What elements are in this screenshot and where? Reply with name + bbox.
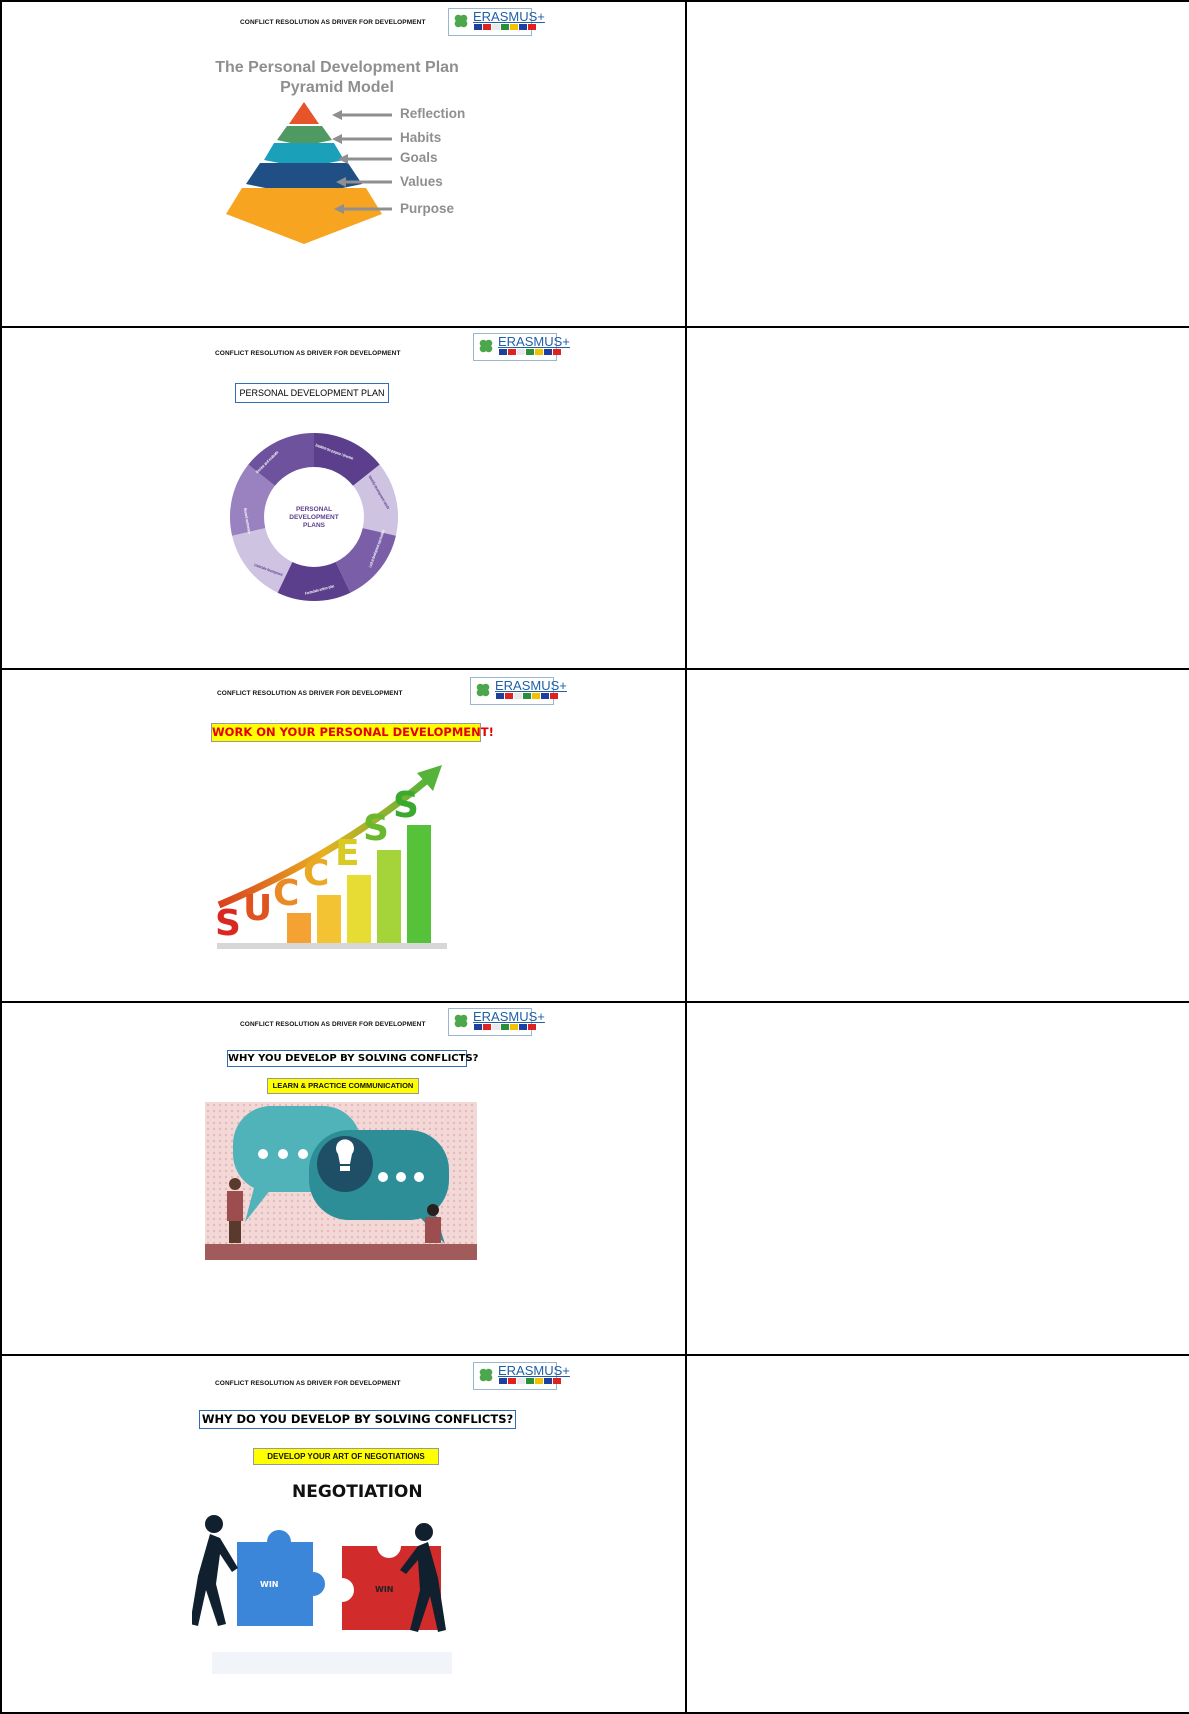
slide-row-4: CONFLICT RESOLUTION AS DRIVER FOR DEVELO… — [0, 1001, 1189, 1356]
logo-text: ERASMUS+ — [498, 334, 570, 349]
notes-cell-3 — [685, 668, 1189, 1003]
slide-cell-4: CONFLICT RESOLUTION AS DRIVER FOR DEVELO… — [0, 1001, 687, 1356]
stick-figure-left — [192, 1515, 238, 1626]
pyramid-title-line1: The Personal Development Plan — [215, 59, 459, 76]
slide-header: CONFLICT RESOLUTION AS DRIVER FOR DEVELO… — [240, 1021, 426, 1028]
success-letter-6: S — [363, 808, 389, 849]
slide-row-1: CONFLICT RESOLUTION AS DRIVER FOR DEVELO… — [0, 0, 1189, 328]
slide-header: CONFLICT RESOLUTION AS DRIVER FOR DEVELO… — [217, 690, 403, 697]
slide-header: CONFLICT RESOLUTION AS DRIVER FOR DEVELO… — [215, 350, 401, 357]
pyramid-label-goals: Goals — [400, 150, 438, 165]
pyramid-level-reflection — [289, 102, 319, 124]
slide-cell-2: CONFLICT RESOLUTION AS DRIVER FOR DEVELO… — [0, 326, 687, 670]
success-bar-4 — [377, 850, 401, 943]
cycle-center-line1: PERSONAL — [296, 506, 332, 513]
negotiation-illustration: WIN WIN — [192, 1515, 452, 1674]
development-cycle-graphic: Establish the purpose / direction Identi… — [229, 433, 399, 601]
slide-row-2: CONFLICT RESOLUTION AS DRIVER FOR DEVELO… — [0, 326, 1189, 670]
success-letter-1: S — [217, 903, 241, 944]
notes-cell-2 — [685, 326, 1189, 670]
clover-icon — [479, 339, 493, 353]
slide-subtitle: LEARN & PRACTICE COMMUNICATION — [267, 1078, 419, 1094]
success-letter-7: S — [393, 785, 419, 826]
pyramid-label-purpose: Purpose — [400, 201, 455, 216]
success-bar-3 — [347, 875, 371, 943]
erasmus-logo: ERASMUS+ — [448, 1008, 545, 1036]
erasmus-logo: ERASMUS+ — [473, 333, 570, 361]
flags-strip — [499, 349, 561, 355]
logo-text: ERASMUS+ — [498, 1363, 570, 1378]
slide-cell-1: CONFLICT RESOLUTION AS DRIVER FOR DEVELO… — [0, 0, 687, 328]
success-letter-2: U — [243, 888, 272, 929]
notes-cell-1 — [685, 0, 1189, 328]
slide-box-title: WHY YOU DEVELOP BY SOLVING CONFLICTS? — [227, 1050, 478, 1067]
clover-icon — [476, 683, 490, 697]
pyramid-title-line2: Pyramid Model — [280, 79, 394, 96]
erasmus-logo: ERASMUS+ — [448, 8, 545, 36]
slide-box-title: PERSONAL DEVELOPMENT PLAN — [235, 383, 389, 403]
logo-text: ERASMUS+ — [473, 1009, 545, 1024]
success-bar-5 — [407, 825, 431, 943]
success-graphic: S U C C E S S — [217, 765, 447, 949]
notes-cell-5 — [685, 1354, 1189, 1714]
clover-icon — [479, 1368, 493, 1382]
pyramid-level-purpose — [226, 188, 382, 244]
success-base — [217, 943, 447, 949]
flags-strip — [496, 693, 558, 699]
pyramid-title: The Personal Development Plan Pyramid Mo… — [202, 58, 472, 98]
person-right — [425, 1204, 441, 1243]
communication-illustration — [205, 1102, 477, 1260]
success-bar-1 — [287, 913, 311, 943]
slide-cell-5: CONFLICT RESOLUTION AS DRIVER FOR DEVELO… — [0, 1354, 687, 1714]
slide-row-3: CONFLICT RESOLUTION AS DRIVER FOR DEVELO… — [0, 668, 1189, 1003]
slide-cell-3: CONFLICT RESOLUTION AS DRIVER FOR DEVELO… — [0, 668, 687, 1003]
pyramid-label-reflection: Reflection — [400, 106, 466, 121]
slide-row-5: CONFLICT RESOLUTION AS DRIVER FOR DEVELO… — [0, 1354, 1189, 1714]
puzzle-right-label: WIN — [375, 1585, 394, 1594]
success-letter-4: C — [303, 853, 329, 894]
erasmus-logo: ERASMUS+ — [470, 677, 567, 705]
success-letter-5: E — [335, 833, 360, 874]
success-letter-3: C — [273, 873, 299, 914]
negotiation-title: NEGOTIATION — [292, 1482, 423, 1502]
slide-header: CONFLICT RESOLUTION AS DRIVER FOR DEVELO… — [215, 1380, 401, 1387]
pyramid-label-values: Values — [400, 174, 443, 189]
cycle-center-line2: DEVELOPMENT — [289, 514, 339, 521]
puzzle-left-label: WIN — [260, 1580, 279, 1589]
slide-header: CONFLICT RESOLUTION AS DRIVER FOR DEVELO… — [240, 19, 426, 26]
flags-strip — [474, 1024, 536, 1030]
puzzle-piece-left — [237, 1530, 325, 1626]
slide-banner: WORK ON YOUR PERSONAL DEVELOPMENT! — [211, 723, 494, 742]
clover-icon — [454, 14, 468, 28]
pyramid-label-habits: Habits — [400, 130, 442, 145]
slide-subtitle: DEVELOP YOUR ART OF NEGOTIATIONS — [253, 1448, 439, 1465]
slide-box-title: WHY DO YOU DEVELOP BY SOLVING CONFLICTS? — [199, 1410, 516, 1429]
success-bar-2 — [317, 895, 341, 943]
erasmus-logo: ERASMUS+ — [473, 1362, 570, 1390]
flags-strip — [474, 24, 536, 30]
cycle-center-line3: PLANS — [303, 522, 326, 529]
clover-icon — [454, 1014, 468, 1028]
logo-text: ERASMUS+ — [495, 678, 567, 693]
handout-table: CONFLICT RESOLUTION AS DRIVER FOR DEVELO… — [0, 0, 1189, 1714]
logo-text: ERASMUS+ — [473, 9, 545, 24]
flags-strip — [499, 1378, 561, 1384]
notes-cell-4 — [685, 1001, 1189, 1356]
